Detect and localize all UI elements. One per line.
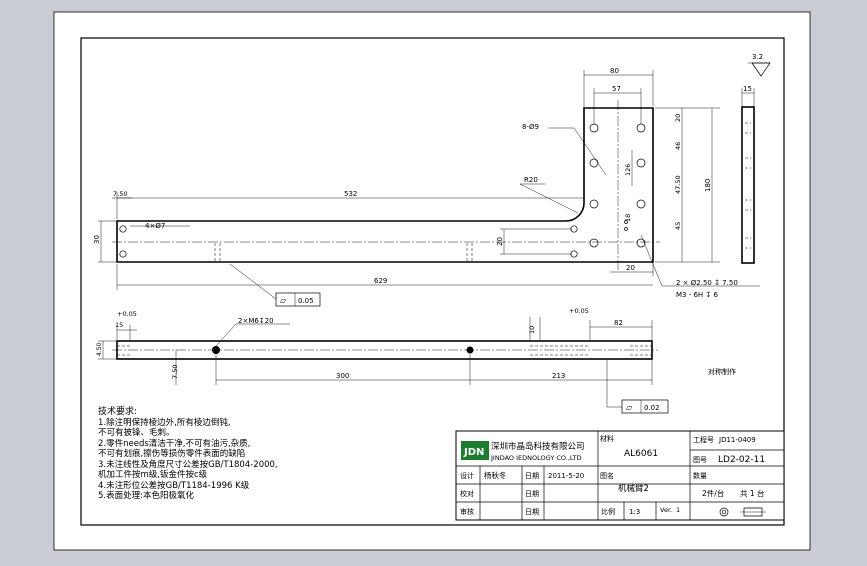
dim-text: 629 — [374, 277, 387, 285]
dim-text: 180 — [704, 179, 712, 192]
ver-label: Ver. — [660, 506, 672, 514]
tech-req-line: 4.未注形位公差按GB/T1184-1996 K级 — [98, 480, 250, 491]
dim-text: 18 — [624, 214, 632, 222]
tech-req-line: 不可有划痕,擦伤等损伤零件表面的缺陷 — [98, 448, 245, 459]
flatness-value: 0.02 — [644, 404, 660, 412]
tech-req-line: 3.未注线性及角度尺寸公差按GB/T1804-2000, — [98, 459, 278, 470]
hole-note: M3 - 6H ↧ 6 — [676, 291, 719, 299]
dim-text: 46 — [674, 142, 682, 150]
flatness-value: 0.05 — [298, 297, 314, 305]
dim-text: 4.50 — [96, 342, 103, 356]
dim-text: 20 — [496, 237, 504, 246]
tech-req-line: 机加工件按m级,钣金件按c级 — [98, 469, 208, 480]
drawing-no-value: LD2-02-11 — [718, 455, 765, 465]
scale-label: 比例 — [601, 507, 615, 516]
tech-req-line: 2.零件needs清洁干净,不可有油污,杂质, — [98, 438, 250, 449]
dim-text: 57 — [612, 85, 621, 93]
date-label: 日期 — [525, 472, 539, 480]
designer-name: 杨秋冬 — [484, 470, 507, 480]
approve-label: 审核 — [460, 507, 474, 516]
dim-text: R20 — [524, 176, 538, 184]
dim-text: 30 — [93, 235, 101, 244]
dim-text: 10 — [528, 326, 536, 334]
tapped-hole — [212, 346, 220, 354]
qty-label: 数量 — [693, 471, 707, 480]
company-name-en: JINDAO IEDNOLOGY CO.,LTD — [490, 454, 582, 462]
date-label: 日期 — [525, 508, 539, 516]
tech-req-title: 技术要求: — [98, 405, 137, 417]
dim-text: 45 — [674, 222, 682, 230]
company-name-cn: 深圳市晶岛科技有限公司 — [491, 441, 585, 452]
set-count: 共 1 台 — [740, 488, 765, 498]
title-block: JDN 深圳市晶岛科技有限公司 JINDAO IEDNOLOGY CO.,LTD… — [455, 430, 785, 521]
tech-req-line: 1.除注明保持棱边外,所有棱边倒钝, — [98, 417, 231, 428]
dim-text: 20 — [674, 114, 682, 122]
qty-value: 2件/台 — [702, 488, 724, 498]
surface-finish-value: 3.2 — [752, 53, 763, 61]
dim-text: 300 — [336, 372, 349, 380]
cad-drawing-sheet: 80 57 180 20 46 47.50 45 126 18 20 R20 8… — [53, 11, 811, 551]
dim-text: 7.50 — [171, 365, 179, 379]
dim-text: 8-Ø9 — [522, 123, 539, 131]
part-name: 机械臂2 — [618, 483, 649, 494]
dim-text: 126 — [624, 164, 632, 176]
dim-text: 2×M6↧20 — [238, 317, 274, 325]
scale-value: 1:3 — [629, 508, 640, 516]
dim-text: 80 — [610, 67, 619, 75]
ver-value: 1 — [676, 506, 680, 514]
tapped-hole — [466, 346, 474, 354]
dim-text: 4×Ø7 — [145, 222, 165, 230]
date-label: 日期 — [525, 490, 539, 498]
flatness-symbol: ▱ — [280, 296, 287, 305]
name-label: 图名 — [600, 471, 614, 480]
logo-text: JDN — [463, 447, 484, 458]
dim-text: +0.05 — [569, 307, 589, 315]
dim-text: 7.50 — [113, 190, 127, 198]
dim-text: 47.50 — [674, 175, 682, 194]
material-label: 材料 — [600, 434, 614, 443]
tech-req-line: 5.表面处理:本色阳极氧化 — [98, 490, 194, 501]
dim-text: 213 — [552, 372, 565, 380]
design-label: 设计 — [460, 471, 474, 480]
hole-note: 2 × Ø2.50 ↧ 7.50 — [676, 279, 738, 287]
dim-text: 82 — [614, 319, 623, 327]
drawing-no-label: 图号 — [693, 456, 707, 464]
check-label: 校对 — [460, 489, 474, 498]
dim-text: +0.05 — [117, 310, 137, 318]
dim-text: 15 — [743, 85, 752, 93]
tech-req-line: 不可有披锋、毛刺。 — [98, 427, 175, 438]
project-label: 工程号 — [693, 435, 714, 444]
dim-text: 532 — [344, 190, 357, 198]
material-value: AL6061 — [624, 449, 658, 459]
dim-text: 20 — [626, 264, 635, 272]
drawing-viewport: 80 57 180 20 46 47.50 45 126 18 20 R20 8… — [0, 0, 867, 562]
date-value: 2011-5-20 — [548, 472, 584, 480]
dim-text: 15 — [115, 321, 123, 329]
paired-note: 对称制作 — [708, 367, 736, 376]
flatness-symbol: ▱ — [626, 403, 633, 412]
project-value: JD11-0409 — [718, 436, 756, 444]
